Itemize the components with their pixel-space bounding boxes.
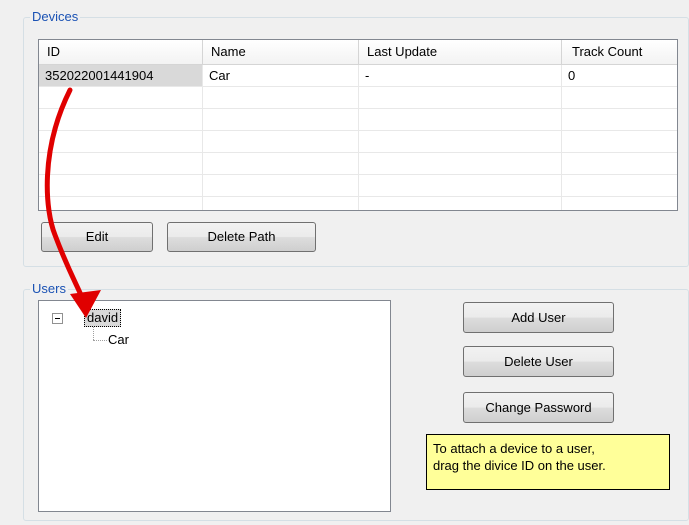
delete-user-button[interactable]: Delete User <box>463 346 614 377</box>
users-group-title: Users <box>30 281 68 297</box>
device-id-cell[interactable]: 352022001441904 <box>39 65 203 86</box>
hint-text-line2: drag the divice ID on the user. <box>433 458 606 473</box>
drag-hint-note: To attach a device to a user, drag the d… <box>426 434 670 490</box>
device-row[interactable]: 352022001441904 Car - 0 <box>39 65 677 87</box>
change-password-button[interactable]: Change Password <box>463 392 614 423</box>
empty-row <box>39 109 677 131</box>
edit-button[interactable]: Edit <box>41 222 153 252</box>
add-user-button[interactable]: Add User <box>463 302 614 333</box>
delete-path-button[interactable]: Delete Path <box>167 222 316 252</box>
column-header-last-update[interactable]: Last Update <box>359 40 562 64</box>
device-track-count-cell: 0 <box>568 68 576 83</box>
tree-node-device[interactable]: Car <box>108 332 129 348</box>
empty-row <box>39 87 677 109</box>
users-tree[interactable]: david Car <box>38 300 391 512</box>
devices-list-header: ID Name Last Update Track Count <box>39 40 677 65</box>
hint-text-line1: To attach a device to a user, <box>433 441 595 456</box>
tree-node-user[interactable]: david <box>84 309 122 327</box>
tree-connector-line <box>93 340 107 341</box>
minus-box-icon[interactable] <box>52 313 63 324</box>
empty-row <box>39 131 677 153</box>
tree-connector-line <box>93 327 94 340</box>
empty-row <box>39 153 677 175</box>
empty-row <box>39 197 677 210</box>
empty-row <box>39 175 677 197</box>
devices-group-title: Devices <box>30 9 81 25</box>
devices-list[interactable]: ID Name Last Update Track Count 35202200… <box>38 39 678 211</box>
column-header-name[interactable]: Name <box>203 40 359 64</box>
column-header-id[interactable]: ID <box>39 40 203 64</box>
device-last-update-cell: - <box>359 65 562 86</box>
column-header-track-count[interactable]: Track Count <box>562 40 677 64</box>
device-name-cell: Car <box>203 65 359 86</box>
